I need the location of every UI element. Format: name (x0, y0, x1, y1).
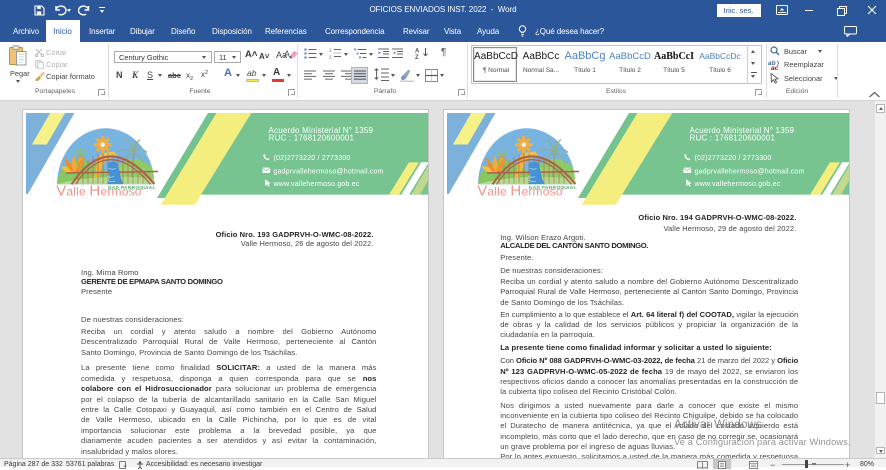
svg-text:A: A (415, 49, 420, 55)
svg-text:Z: Z (415, 55, 419, 59)
svg-text:1: 1 (329, 48, 332, 53)
svg-text:2: 2 (329, 55, 332, 60)
